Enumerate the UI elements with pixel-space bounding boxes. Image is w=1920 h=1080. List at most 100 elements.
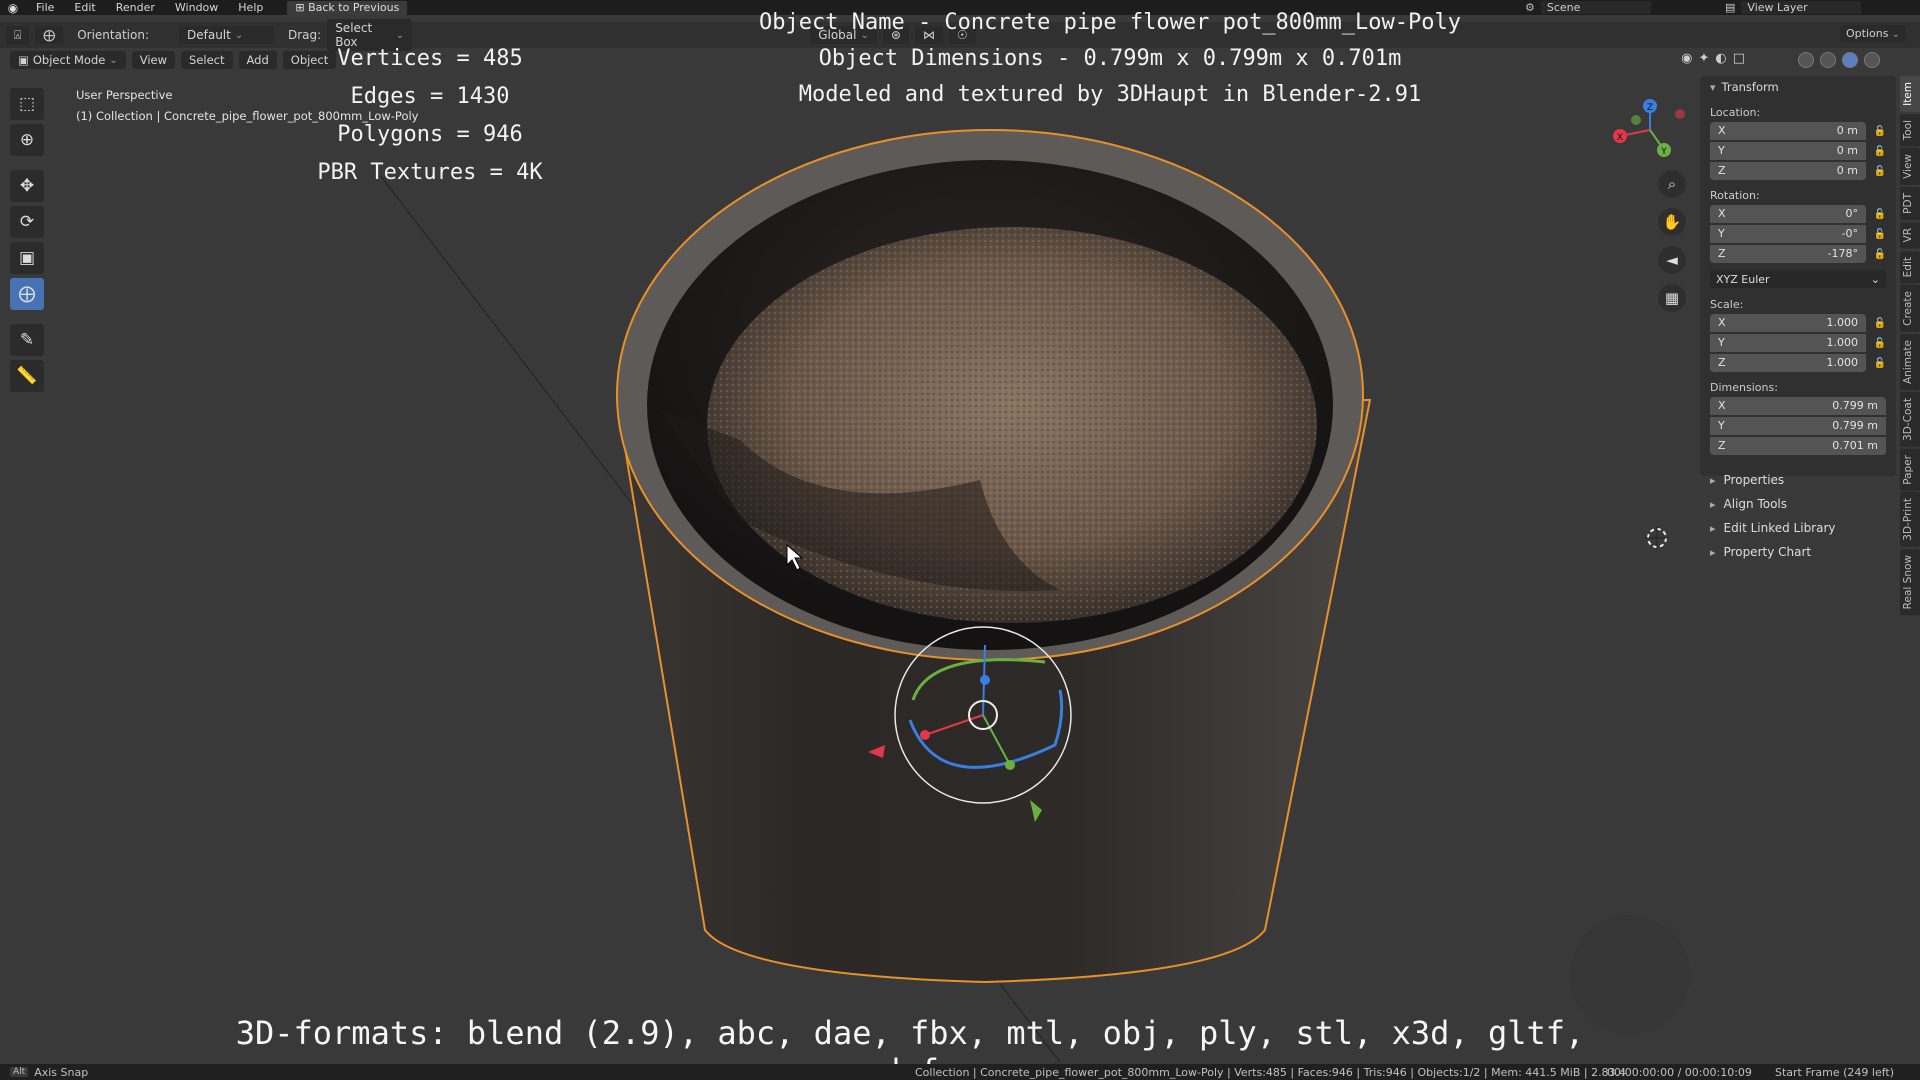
lock-icon[interactable]: 🔓 bbox=[1866, 166, 1886, 177]
rotation-z-axis: Z bbox=[1718, 247, 1726, 260]
tab-paper[interactable]: Paper bbox=[1900, 448, 1920, 491]
location-x-value: 0 m bbox=[1836, 124, 1858, 137]
back-icon: ⊞ bbox=[295, 0, 309, 14]
xray-icon[interactable]: □ bbox=[1733, 51, 1745, 66]
tab-animate[interactable]: Animate bbox=[1900, 333, 1920, 390]
scale-x-value: 1.000 bbox=[1826, 316, 1859, 329]
view-layer-icon: ▤ bbox=[1725, 1, 1736, 14]
mode-dropdown[interactable]: ▣ Object Mode bbox=[10, 51, 126, 69]
properties-panel-header[interactable]: Properties bbox=[1700, 468, 1896, 492]
tab-vr[interactable]: VR bbox=[1900, 222, 1920, 249]
location-label: Location: bbox=[1710, 106, 1761, 119]
dimensions-x-field[interactable]: X 0.799 m bbox=[1710, 396, 1886, 416]
tab-3d-print[interactable]: 3D-Print bbox=[1900, 492, 1920, 548]
overlay-title-block: Object Name - Concrete pipe flower pot_8… bbox=[560, 5, 1660, 113]
rotation-x-field[interactable]: X 0° bbox=[1710, 204, 1866, 224]
lock-icon[interactable]: 🔓 bbox=[1866, 229, 1886, 240]
overlays-icon[interactable]: ◐ bbox=[1715, 51, 1726, 66]
align-tools-panel-header[interactable]: Align Tools bbox=[1700, 492, 1896, 516]
overlay-stats-block: Vertices = 485 Edges = 1430 Polygons = 9… bbox=[300, 40, 560, 192]
chevron-down-icon: ⌄ bbox=[1870, 272, 1880, 286]
tab-item[interactable]: Item bbox=[1900, 76, 1920, 112]
active-tool-button[interactable]: ⨁ bbox=[35, 26, 64, 44]
lock-icon[interactable]: 🔓 bbox=[1866, 249, 1886, 260]
viewport-scene[interactable] bbox=[0, 72, 1690, 1062]
overlay-object-name: Object Name - Concrete pipe flower pot_8… bbox=[759, 10, 1461, 35]
tab-edit[interactable]: Edit bbox=[1900, 250, 1920, 283]
property-chart-panel-header[interactable]: Property Chart bbox=[1700, 540, 1896, 564]
location-z-field[interactable]: Z 0 m bbox=[1710, 161, 1866, 181]
tab-view[interactable]: View bbox=[1900, 148, 1920, 186]
dimensions-label: Dimensions: bbox=[1710, 381, 1778, 394]
options-label: Options bbox=[1845, 27, 1889, 40]
lock-icon[interactable]: 🔓 bbox=[1866, 209, 1886, 220]
pan-hand-icon[interactable]: ✋ bbox=[1658, 208, 1686, 236]
view-layer-selector[interactable]: ▤ View Layer bbox=[1725, 0, 1920, 15]
lock-icon[interactable]: 🔓 bbox=[1866, 358, 1886, 369]
back-to-previous-label: Back to Previous bbox=[308, 0, 400, 14]
zoom-icon[interactable]: ⌕ bbox=[1658, 170, 1686, 198]
rotation-mode-dropdown[interactable]: XYZ Euler ⌄ bbox=[1710, 270, 1886, 288]
scale-z-field[interactable]: Z 1.000 bbox=[1710, 353, 1866, 373]
options-dropdown[interactable]: Options bbox=[1839, 25, 1906, 42]
tab-3d-coat[interactable]: 3D-Coat bbox=[1900, 391, 1920, 447]
status-bar: Alt Axis Snap Collection | Concrete_pipe… bbox=[0, 1064, 1920, 1080]
editor-type-icon: ⍓ bbox=[14, 27, 22, 42]
menu-view[interactable]: View bbox=[131, 51, 176, 69]
tab-real-snow[interactable]: Real Snow bbox=[1900, 549, 1920, 616]
rendered-shading-button[interactable] bbox=[1864, 52, 1880, 68]
lock-icon[interactable]: 🔓 bbox=[1866, 338, 1886, 349]
location-x-field[interactable]: X 0 m bbox=[1710, 121, 1866, 141]
overlay-controls: ◉ ✦ ◐ □ bbox=[1681, 51, 1745, 66]
menu-render[interactable]: Render bbox=[106, 1, 165, 14]
dimensions-y-value: 0.799 m bbox=[1832, 419, 1878, 432]
menu-file[interactable]: File bbox=[26, 1, 64, 14]
visibility-icon[interactable]: ◉ bbox=[1681, 51, 1692, 66]
rotation-y-field[interactable]: Y -0° bbox=[1710, 224, 1866, 244]
lock-icon[interactable]: 🔓 bbox=[1866, 318, 1886, 329]
scale-z-axis: Z bbox=[1718, 356, 1726, 369]
orientation-dropdown[interactable]: Default bbox=[179, 26, 274, 44]
edit-linked-library-panel-header[interactable]: Edit Linked Library bbox=[1700, 516, 1896, 540]
tab-create[interactable]: Create bbox=[1900, 284, 1920, 332]
editor-type-button[interactable]: ⍓ bbox=[6, 25, 30, 45]
scale-y-field[interactable]: Y 1.000 bbox=[1710, 333, 1866, 353]
menu-window[interactable]: Window bbox=[165, 1, 228, 14]
location-z-axis: Z bbox=[1718, 164, 1726, 177]
location-x-axis: X bbox=[1718, 124, 1726, 137]
dimensions-y-field[interactable]: Y 0.799 m bbox=[1710, 416, 1886, 436]
shading-modes bbox=[1798, 52, 1880, 68]
solid-shading-button[interactable] bbox=[1820, 52, 1836, 68]
dimensions-x-value: 0.799 m bbox=[1832, 399, 1878, 412]
menu-edit[interactable]: Edit bbox=[64, 1, 105, 14]
overlay-edges: Edges = 1430 bbox=[350, 84, 510, 109]
material-preview-shading-button[interactable] bbox=[1842, 52, 1858, 68]
menu-add[interactable]: Add bbox=[238, 51, 277, 69]
tab-pdt[interactable]: PDT bbox=[1900, 187, 1920, 221]
tab-tool[interactable]: Tool bbox=[1900, 113, 1920, 147]
lock-icon[interactable]: 🔓 bbox=[1866, 146, 1886, 157]
perspective-grid-icon[interactable]: ▦ bbox=[1658, 284, 1686, 312]
menu-select[interactable]: Select bbox=[181, 51, 233, 69]
rotation-z-field[interactable]: Z -178° bbox=[1710, 244, 1866, 264]
gizmo-toggle-icon[interactable]: ✦ bbox=[1698, 51, 1709, 66]
orientation-label: Orientation: bbox=[77, 28, 149, 42]
location-y-field[interactable]: Y 0 m bbox=[1710, 141, 1866, 161]
orientation-value: Default bbox=[187, 28, 231, 42]
rotation-y-value: -0° bbox=[1841, 227, 1858, 240]
menu-help[interactable]: Help bbox=[228, 1, 273, 14]
location-z-value: 0 m bbox=[1836, 164, 1858, 177]
transform-section-header[interactable]: Transform bbox=[1700, 76, 1896, 98]
back-to-previous-button[interactable]: ⊞ Back to Previous bbox=[287, 0, 408, 15]
object-mode-icon: ▣ bbox=[18, 53, 29, 67]
camera-view-icon[interactable]: ◄ bbox=[1658, 246, 1686, 274]
dimensions-z-field[interactable]: Z 0.701 m bbox=[1710, 436, 1886, 456]
blender-logo-icon[interactable]: ◉ bbox=[0, 1, 26, 15]
location-y-value: 0 m bbox=[1836, 144, 1858, 157]
overlay-textures: PBR Textures = 4K bbox=[317, 160, 543, 185]
scale-x-field[interactable]: X 1.000 bbox=[1710, 313, 1866, 333]
mode-value: Object Mode bbox=[32, 53, 106, 67]
wireframe-shading-button[interactable] bbox=[1798, 52, 1814, 68]
lock-icon[interactable]: 🔓 bbox=[1866, 126, 1886, 137]
view-layer-name-field[interactable]: View Layer bbox=[1741, 1, 1862, 14]
